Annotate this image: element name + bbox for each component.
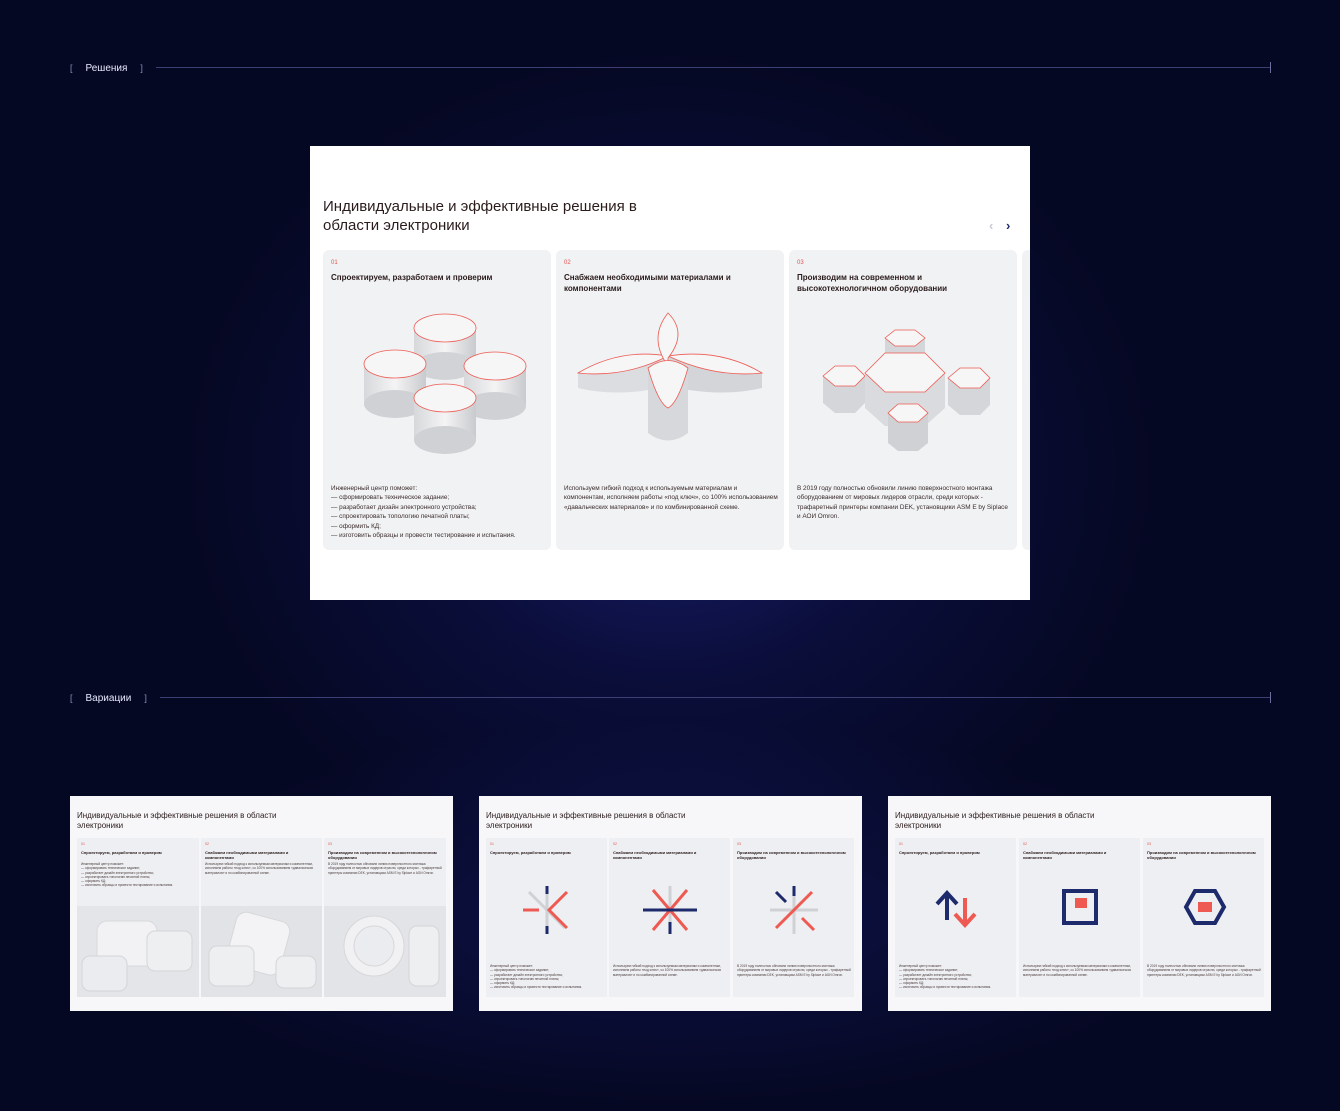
section-divider-variations bbox=[160, 692, 1271, 703]
card-number: 03 bbox=[328, 842, 332, 846]
card-description: Инженерный центр поможет: — сформировать… bbox=[331, 485, 516, 540]
variation-bold-icons[interactable]: Индивидуальные и эффективные решения в о… bbox=[888, 796, 1271, 1011]
section-header-variations: [ Вариации ] bbox=[70, 691, 147, 705]
variation-title: Индивидуальные и эффективные решения в о… bbox=[77, 811, 277, 830]
card-title: Производим на современном и высокотехнол… bbox=[737, 850, 846, 860]
next-card-peek bbox=[1022, 250, 1030, 550]
card-description: В 2019 году полностью обновили линию пов… bbox=[797, 485, 1008, 521]
embossed-circle-graphic bbox=[324, 906, 446, 997]
variation-card: 03 Производим на современном и высокотех… bbox=[1143, 838, 1264, 997]
petals-illustration bbox=[576, 312, 764, 441]
card-number: 02 bbox=[1023, 842, 1027, 846]
card-title: Спроектируем, разработаем и проверим bbox=[899, 850, 980, 855]
card-title: Спроектируем, разработаем и проверим bbox=[331, 273, 493, 282]
card-description: Инженерный центр поможет: — сформировать… bbox=[490, 964, 583, 990]
supply-cross-icon bbox=[643, 886, 697, 934]
solution-card-design[interactable]: 01 Спроектируем, разработаем и проверим bbox=[323, 250, 551, 550]
card-number: 03 bbox=[737, 842, 741, 846]
variation-3d-tiles[interactable]: Индивидуальные и эффективные решения в о… bbox=[70, 796, 453, 1011]
card-description: Используем гибкий подход к используемым … bbox=[613, 964, 722, 977]
variation-card: 01 Спроектируем, разработаем и проверим … bbox=[77, 838, 199, 997]
section-divider-solutions bbox=[156, 62, 1271, 73]
embossed-tile-graphic bbox=[77, 906, 199, 997]
production-cross-icon bbox=[770, 886, 818, 934]
bracket-close: ] bbox=[144, 693, 147, 703]
bracket-close: ] bbox=[140, 63, 143, 73]
card-number: 01 bbox=[899, 842, 903, 846]
hexagons-illustration bbox=[822, 329, 991, 451]
next-arrow-button[interactable]: › bbox=[1006, 218, 1010, 233]
card-number: 03 bbox=[1147, 842, 1151, 846]
card-number: 02 bbox=[564, 260, 571, 266]
card-title: Снабжаем необходимыми материалами и комп… bbox=[1023, 850, 1107, 860]
embossed-tile-graphic bbox=[201, 906, 322, 997]
card-title: Спроектируем, разработаем и проверим bbox=[490, 850, 571, 855]
card-number: 01 bbox=[81, 842, 85, 846]
slide-title: Индивидуальные и эффективные решения в о… bbox=[323, 198, 637, 234]
variation-card: 02 Снабжаем необходимыми материалами и к… bbox=[1019, 838, 1140, 997]
section-label-variations: Вариации bbox=[85, 692, 132, 704]
variation-card: 03 Производим на современном и высокотех… bbox=[733, 838, 854, 997]
card-number: 01 bbox=[490, 842, 494, 846]
up-down-arrows-icon bbox=[935, 890, 977, 928]
card-title: Производим на современном и высокотехнол… bbox=[1147, 850, 1256, 860]
variation-card: 01 Спроектируем, разработаем и проверим … bbox=[486, 838, 607, 997]
bracket-open: [ bbox=[70, 693, 73, 703]
square-box-icon bbox=[1062, 889, 1098, 925]
card-description: В 2019 году полностью обновили линию пов… bbox=[737, 964, 851, 977]
card-title: Спроектируем, разработаем и проверим bbox=[81, 850, 162, 855]
card-description: В 2019 году полностью обновили линию пов… bbox=[1147, 964, 1261, 977]
section-label-solutions: Решения bbox=[85, 62, 128, 74]
design-cross-icon bbox=[523, 886, 569, 934]
card-title: Снабжаем необходимыми материалами и комп… bbox=[613, 850, 697, 860]
variation-title: Индивидуальные и эффективные решения в о… bbox=[486, 811, 686, 830]
card-title: Производим на современном и высокотехнол… bbox=[328, 850, 437, 860]
variation-card: 02 Снабжаем необходимыми материалами и к… bbox=[201, 838, 322, 997]
card-number: 02 bbox=[205, 842, 209, 846]
hexagon-icon bbox=[1183, 889, 1227, 925]
card-number: 02 bbox=[613, 842, 617, 846]
main-slide: Индивидуальные и эффективные решения в о… bbox=[310, 146, 1030, 600]
bracket-open: [ bbox=[70, 63, 73, 73]
variation-card: 02 Снабжаем необходимыми материалами и к… bbox=[609, 838, 730, 997]
section-header-solutions: [ Решения ] bbox=[70, 61, 143, 75]
variation-line-icons[interactable]: Индивидуальные и эффективные решения в о… bbox=[479, 796, 862, 1011]
card-title: Производим на современном и высокотехнол… bbox=[797, 273, 948, 293]
solution-card-supply[interactable]: 02 Снабжаем необходимыми материалами и к… bbox=[556, 250, 784, 550]
card-description: Используем гибкий подход к используемым … bbox=[1023, 964, 1132, 977]
prev-arrow-button[interactable]: ‹ bbox=[989, 218, 993, 233]
variation-card: 01 Спроектируем, разработаем и проверим … bbox=[895, 838, 1016, 997]
solution-card-production[interactable]: 03 Производим на современном и высокотех… bbox=[789, 250, 1017, 550]
card-description: Используем гибкий подход к используемым … bbox=[564, 485, 778, 511]
card-title: Снабжаем необходимыми материалами и комп… bbox=[564, 273, 731, 293]
card-description: В 2019 году полностью обновили линию пов… bbox=[328, 862, 442, 875]
card-description: Используем гибкий подход к используемым … bbox=[205, 862, 314, 875]
cylinders-illustration bbox=[363, 313, 527, 454]
card-description: Инженерный центр поможет: — сформировать… bbox=[899, 964, 992, 990]
variation-card: 03 Производим на современном и высокотех… bbox=[324, 838, 446, 997]
variation-title: Индивидуальные и эффективные решения в о… bbox=[895, 811, 1095, 830]
card-number: 03 bbox=[797, 260, 804, 266]
card-title: Снабжаем необходимыми материалами и комп… bbox=[205, 850, 289, 860]
card-description: Инженерный центр поможет: — сформировать… bbox=[81, 862, 174, 888]
card-number: 01 bbox=[331, 260, 338, 266]
